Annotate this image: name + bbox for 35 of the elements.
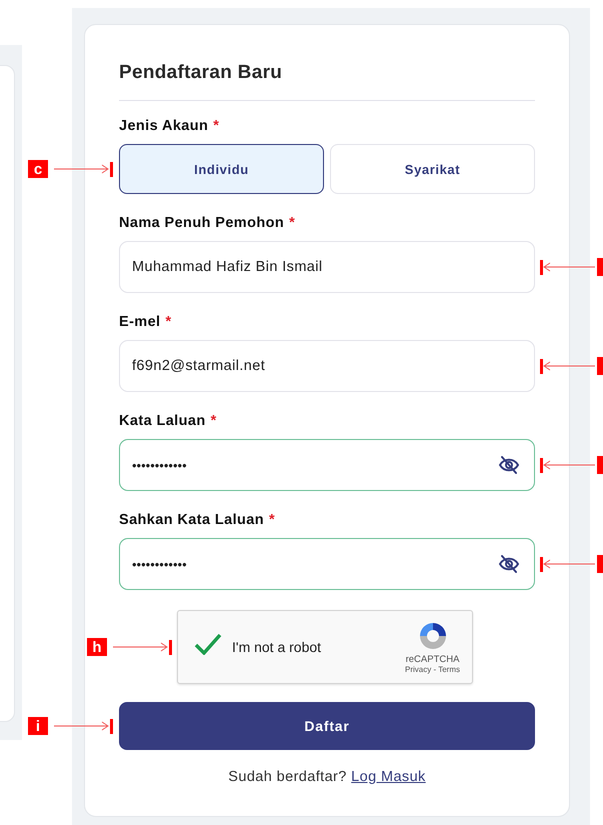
required-mark: * [289, 215, 296, 231]
annotation-arrow [543, 460, 595, 470]
required-mark: * [210, 413, 217, 429]
account-type-option[interactable]: Individu [119, 144, 324, 194]
captcha-links[interactable]: Privacy - Terms [405, 665, 460, 674]
required-mark: * [213, 118, 220, 134]
login-link[interactable]: Log Masuk [351, 769, 426, 785]
annotation-arrow [543, 361, 595, 371]
field-label: Sahkan Kata Laluan [119, 512, 264, 528]
annotation-arrow [543, 262, 595, 272]
account-type-option[interactable]: Syarikat [330, 144, 535, 194]
eye-slash-icon[interactable] [498, 455, 520, 475]
annotation-arrow [54, 164, 110, 174]
captcha-label: I'm not a robot [232, 639, 322, 655]
eye-slash-icon[interactable] [498, 554, 520, 574]
annotation-bar [110, 162, 113, 176]
captcha-brand: reCAPTCHA [406, 654, 460, 665]
annotation-arrow [113, 642, 169, 652]
required-mark: * [269, 512, 276, 528]
annotation-arrow [543, 559, 595, 569]
field-label: Kata Laluan [119, 413, 206, 429]
field-label: Jenis Akaun [119, 118, 208, 134]
check-icon[interactable] [194, 633, 222, 655]
annotation-arrow [54, 721, 110, 731]
annotation-label: h [87, 638, 107, 656]
form-title: Pendaftaran Baru [119, 61, 284, 85]
submit-button[interactable]: Daftar [119, 702, 535, 750]
annotation-label: i [28, 717, 48, 735]
required-mark: * [166, 314, 172, 330]
annotation-bar [169, 640, 172, 654]
login-prompt: Sudah berdaftar? Log Masuk [227, 769, 427, 785]
annotation-bar [110, 718, 113, 734]
field-label: Nama Penuh Pemohon [119, 215, 284, 231]
field-label: E-mel [119, 314, 160, 330]
annotation-label: c [28, 160, 48, 178]
